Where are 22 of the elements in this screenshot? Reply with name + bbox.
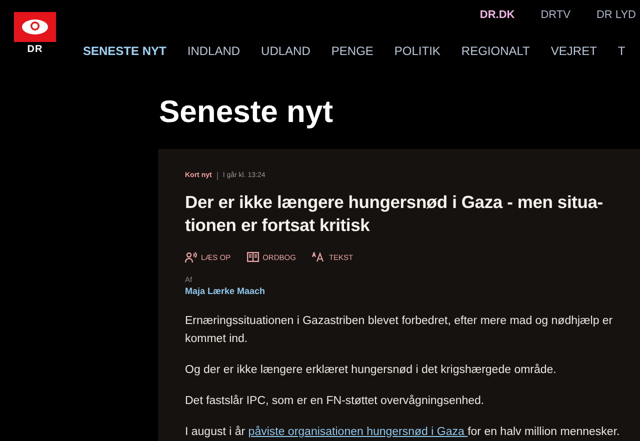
top-link[interactable]: DRTV bbox=[540, 7, 570, 30]
paragraph: Det fastslår IPC, som er en FN-støttet overvågningsenhed. bbox=[185, 394, 486, 408]
nav-link[interactable]: SENESTE NYT bbox=[83, 42, 166, 60]
nav-link[interactable]: T bbox=[618, 42, 626, 60]
author-link[interactable]: Maja Lærke Maach bbox=[185, 285, 266, 298]
headline: Der er ikke længere hungersnød i Gaza - men situa- tionen er fortsat kritisk bbox=[185, 190, 603, 236]
inline-link[interactable]: påviste organisationen hungersnød i Gaza bbox=[248, 426, 468, 438]
book-icon bbox=[246, 252, 259, 262]
nav-link[interactable]: REGIONALT bbox=[461, 42, 530, 60]
person-speaking-icon bbox=[185, 252, 197, 263]
text-size-icon bbox=[312, 252, 325, 262]
nav-link[interactable]: INDLAND bbox=[187, 42, 240, 60]
nav-link[interactable]: POLITIK bbox=[394, 42, 440, 60]
paragraph: Og der er ikke længere erklæret hungersnød i det krigshærgede område. bbox=[185, 362, 558, 378]
top-link[interactable]: DR LYD bbox=[596, 7, 636, 30]
paragraph: Ernæringssituationen i Gazastriben blevet forbedret, efter mere mad og nødhjælp er kommet ind. bbox=[185, 314, 614, 346]
top-link[interactable]: DR.DK bbox=[480, 7, 515, 30]
page-title: Seneste nyt bbox=[159, 93, 334, 131]
nav-link[interactable]: VEJRET bbox=[550, 42, 597, 60]
paragraph: I august i år påviste organisationen hungersnød i Gaza for en halv million mennesker. bbox=[185, 424, 621, 440]
nav-link[interactable]: PENGE bbox=[331, 42, 374, 60]
nav-link[interactable]: UDLAND bbox=[261, 42, 310, 60]
